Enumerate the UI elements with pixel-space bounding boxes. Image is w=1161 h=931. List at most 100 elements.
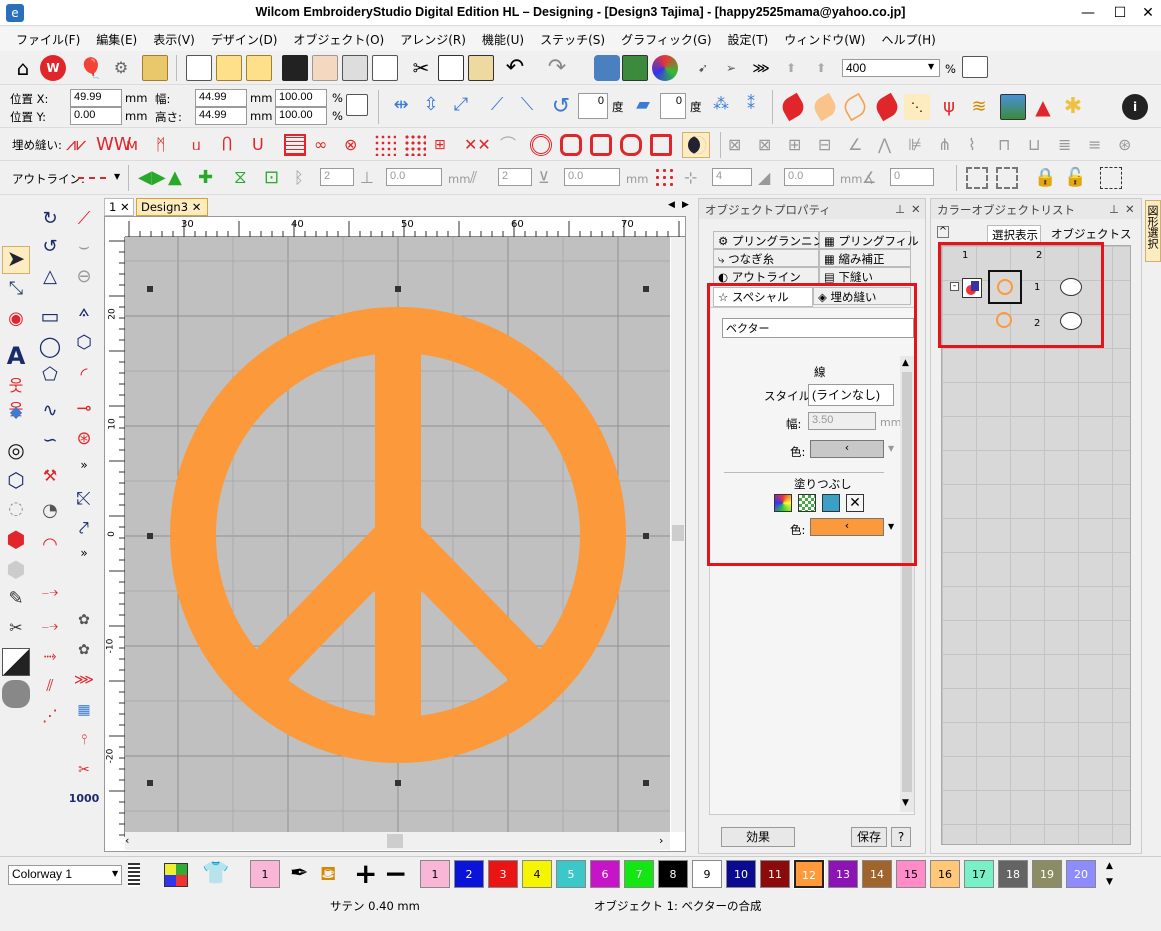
fan-icon[interactable]: ◠ <box>36 534 64 562</box>
tab-pulling-running[interactable]: ⚙ プリングランニング <box>713 231 835 249</box>
print-icon[interactable] <box>342 55 368 81</box>
color-blocks-icon[interactable] <box>2 648 30 676</box>
leaf-outline-icon-2[interactable] <box>840 92 870 122</box>
stitch-edit4-icon[interactable]: ⫽ <box>36 676 64 704</box>
eyedropper-color-icon[interactable]: ✒ <box>290 861 308 886</box>
palette-swatch-6[interactable]: 6 <box>590 860 620 888</box>
fill-effect1-icon[interactable]: ⊠ <box>728 134 750 156</box>
outline-value-2[interactable]: 0.0 <box>386 168 442 186</box>
hexagon-icon[interactable]: ⬡ <box>2 468 30 496</box>
leaf-fill-icon[interactable] <box>872 92 902 122</box>
stitch-edit5-icon[interactable]: ⋰ <box>36 706 64 734</box>
paint-bucket-icon[interactable]: ⛾ <box>320 861 336 888</box>
menu-view[interactable]: 表示(V) <box>145 27 203 52</box>
fish-icon[interactable]: ≋ <box>966 94 992 120</box>
expand-more2-icon[interactable]: » <box>70 546 98 574</box>
colorlist-tab-selected[interactable]: 選択表示 <box>987 225 1041 243</box>
hole-icon[interactable]: ◎ <box>2 438 30 466</box>
copy-icon[interactable] <box>438 55 464 81</box>
select-object-icon[interactable] <box>1100 167 1122 189</box>
stitch-angle-icon[interactable]: ⋙ <box>70 672 98 700</box>
palette-swatch-16[interactable]: 16 <box>930 860 960 888</box>
fill-effect2-icon[interactable]: ⊠ <box>758 134 780 156</box>
menu-edit[interactable]: 編集(E) <box>88 27 145 52</box>
scissors-small-icon[interactable]: ✂ <box>2 618 30 646</box>
tab-scroll-right-icon[interactable]: ▶ <box>682 200 689 210</box>
hscroll-thumb[interactable] <box>387 834 403 848</box>
digitize-curve2-icon[interactable]: ↺ <box>36 236 64 264</box>
rotate-input[interactable]: 0 <box>578 93 608 119</box>
machine-icon[interactable] <box>594 55 620 81</box>
palette-swatch-7[interactable]: 7 <box>624 860 654 888</box>
pen-icon[interactable]: ✎ <box>2 588 30 616</box>
palette-swatch-14[interactable]: 14 <box>862 860 892 888</box>
export-icon[interactable] <box>312 55 338 81</box>
satin-leaf-icon[interactable] <box>778 92 808 122</box>
save-icon[interactable] <box>282 55 308 81</box>
spiral-hole-icon[interactable]: ◌ <box>2 498 30 526</box>
hoop-icon[interactable]: ⬆ <box>778 55 804 81</box>
fill-stitch-pattern2-icon[interactable]: ⊞ <box>434 134 456 156</box>
zoom-select[interactable]: 400 <box>842 59 940 77</box>
outline-angle-icon[interactable]: ∡ <box>862 167 884 189</box>
menu-object[interactable]: オブジェクト(O) <box>285 27 392 52</box>
colorway-select[interactable]: Colorway 1 <box>8 865 122 885</box>
select-frame1-icon[interactable] <box>966 167 988 189</box>
stitch-cut-icon[interactable]: ✂ <box>70 762 98 790</box>
outline-value-5[interactable]: 4 <box>712 168 752 186</box>
align-both-icon[interactable]: ✚ <box>198 167 220 189</box>
menu-window[interactable]: ウィンドウ(W) <box>776 27 873 52</box>
thread-colors-icon[interactable] <box>652 55 678 81</box>
effects-button[interactable]: 効果 <box>721 827 795 847</box>
colorlist-close-icon[interactable]: ✕ <box>1125 202 1135 216</box>
arrange-icon-2[interactable]: ⁑ <box>738 94 764 120</box>
color-dots-icon[interactable] <box>654 167 676 189</box>
pin-icon[interactable]: ⊥ <box>895 202 905 216</box>
palette-swatch-4[interactable]: 4 <box>522 860 552 888</box>
fill-stitch-m-icon[interactable]: ᴍ <box>126 134 148 156</box>
pattern-run-icon[interactable]: ⊹ <box>684 167 706 189</box>
hscroll-left-icon[interactable]: ‹ <box>125 834 129 847</box>
palette-swatch-15[interactable]: 15 <box>896 860 926 888</box>
lock-icon[interactable]: 🔒 <box>1034 167 1056 189</box>
star-shape-icon[interactable]: ✱ <box>1060 94 1086 120</box>
select-node-icon[interactable]: ⤤ <box>70 518 98 546</box>
doc-tab-1-close-icon[interactable]: ✕ <box>120 200 130 214</box>
skew-right-icon[interactable]: ⟍ <box>514 94 540 120</box>
colorway-dropdown-icon[interactable]: ▼ <box>112 869 118 878</box>
fill-stitch-wave3-icon[interactable]: ᑌ <box>252 134 274 156</box>
fill-stitch-moon-icon[interactable] <box>682 132 710 158</box>
info-icon[interactable]: i <box>1122 94 1148 120</box>
ellipse-tool-icon[interactable]: ◯ <box>36 334 64 362</box>
vscroll-thumb[interactable] <box>672 525 684 541</box>
palette-swatch-2[interactable]: 2 <box>454 860 484 888</box>
outline-value-7[interactable]: 0 <box>890 168 934 186</box>
tab-connector[interactable]: ⤷ つなぎ糸 <box>713 249 819 267</box>
handle-bc[interactable] <box>395 780 401 786</box>
current-color-swatch[interactable]: 1 <box>250 860 280 888</box>
menu-graphic[interactable]: グラフィック(G) <box>613 27 719 52</box>
props-scroll-down-icon[interactable]: ▼ <box>902 798 909 808</box>
stitch-edit1-icon[interactable]: ⤍ <box>36 582 64 610</box>
outline-value-6[interactable]: 0.0 <box>784 168 834 186</box>
palette-swatch-18[interactable]: 18 <box>998 860 1028 888</box>
wave-tool-icon[interactable]: ⌣ <box>70 236 98 264</box>
menu-file[interactable]: ファイル(F) <box>8 27 88 52</box>
paste-icon[interactable] <box>468 55 494 81</box>
skew-angle-icon[interactable]: ▰ <box>630 94 656 120</box>
fill-stitch-fancy1-icon[interactable] <box>590 134 612 156</box>
canvas-grid[interactable] <box>125 237 670 832</box>
height-pct-input[interactable]: 100.00 <box>275 107 327 125</box>
side-tab-shape-select[interactable]: 図形選択 <box>1145 200 1161 262</box>
handle-tr[interactable] <box>643 286 649 292</box>
grey-hexagon-icon[interactable]: ⬢ <box>2 558 30 586</box>
handle-mr[interactable] <box>643 533 649 539</box>
design-canvas[interactable]: 30 40 50 60 70 20 10 0 -10 -20 ‹ › <box>104 216 735 852</box>
hscroll-right-icon[interactable]: › <box>659 834 663 847</box>
fill-effect7-icon[interactable]: ⊯ <box>908 134 930 156</box>
menu-help[interactable]: ヘルプ(H) <box>873 27 943 52</box>
outline-pattern-icon[interactable]: ⫽ <box>470 167 492 189</box>
team-names-icon[interactable]: 웃웃 <box>2 372 30 419</box>
fill-effect5-icon[interactable]: ∠ <box>848 134 870 156</box>
handle-bl[interactable] <box>147 780 153 786</box>
